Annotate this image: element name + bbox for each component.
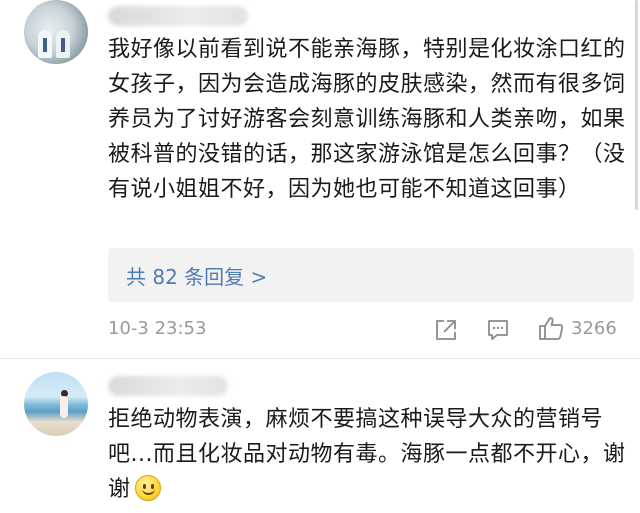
username-blurred[interactable] [108,6,248,26]
smile-emoji-icon [134,475,161,501]
comment-body: 我好像以前看到说不能亲海豚，特别是化妆涂口红的女孩子，因为会造成海豚的皮肤感染，… [108,37,626,202]
avatar-figure [60,396,68,418]
view-replies-link[interactable]: 共 82 条回复 > [126,261,267,290]
commenter-avatar[interactable] [24,372,88,436]
comment-icon[interactable] [486,318,510,342]
share-icon[interactable] [434,318,458,342]
username-blurred[interactable] [108,376,228,396]
replies-panel[interactable]: 共 82 条回复 > [108,248,634,302]
comment-divider [0,358,640,359]
comment-body: 拒绝动物表演，麻烦不要搞这种误导大众的营销号吧...而且化妆品对动物有毒。海豚一… [108,402,628,507]
avatar-figure [56,30,70,58]
scrollbar[interactable] [635,0,638,210]
comment-body-text: 拒绝动物表演，麻烦不要搞这种误导大众的营销号吧...而且化妆品对动物有毒。海豚一… [108,407,626,502]
like-count: 3266 [571,318,617,339]
comment-timestamp: 10-3 23:53 [108,318,207,339]
thumbs-up-icon[interactable] [538,315,564,341]
avatar-figure [38,30,52,58]
commenter-avatar[interactable] [24,0,88,64]
